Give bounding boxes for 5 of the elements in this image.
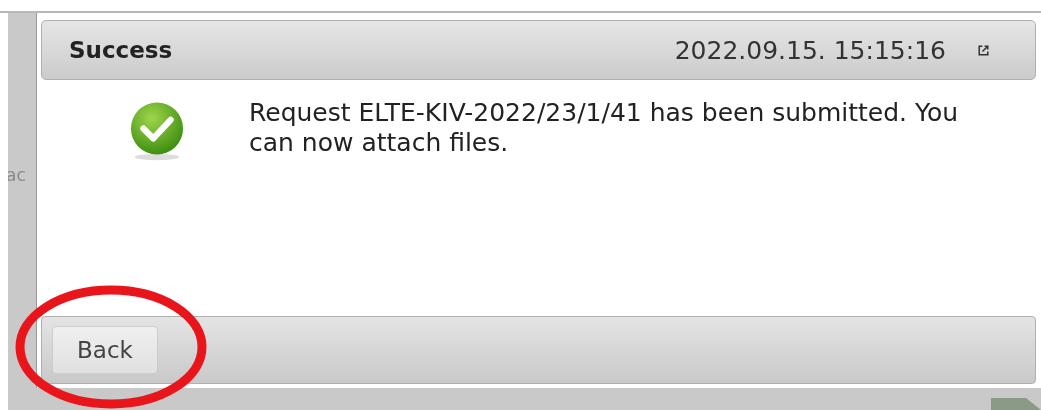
timestamp: 2022.09.15. 15:15:16 bbox=[674, 35, 946, 65]
message-text: Request ELTE-KIV-2022/23/1/41 has been submitted. You can now attach files. bbox=[249, 98, 960, 158]
dialog-title: Success bbox=[69, 37, 173, 63]
external-link-icon[interactable] bbox=[976, 42, 991, 58]
back-button[interactable]: Back bbox=[52, 326, 158, 374]
